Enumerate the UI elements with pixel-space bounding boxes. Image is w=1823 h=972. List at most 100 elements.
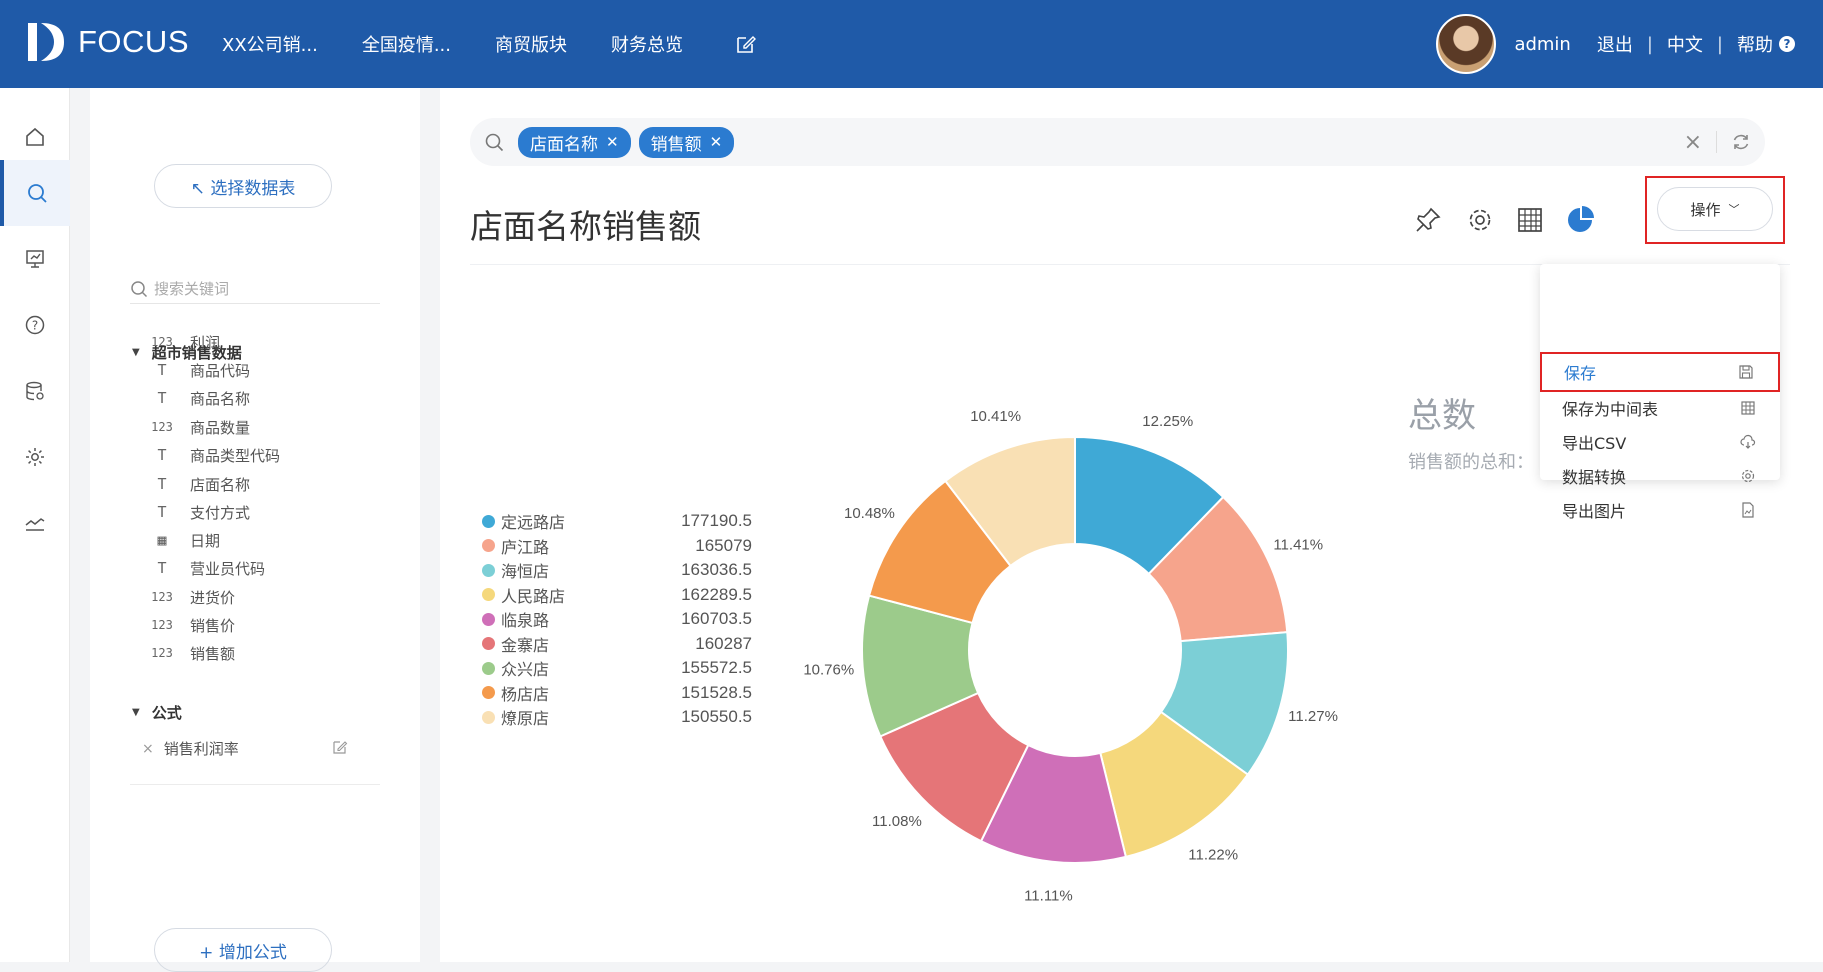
search-tag-store-name[interactable]: 店面名称 ✕ [518,126,631,158]
nav-item-trade[interactable]: 商贸版块 [495,31,567,57]
summary-subtitle: 销售额的总和： [1408,452,1534,473]
language-link[interactable]: 中文 [1667,31,1703,57]
legend-item[interactable]: 金寨店 160287 [482,632,752,656]
donut-chart: 12.25% 11.41% 11.27% 11.22% 11.11% 11.08% 10.7… [803,408,1338,904]
logout-link[interactable]: 退出 [1597,31,1633,57]
search-actions: × [1684,118,1751,166]
field-item[interactable]: T 商品代码 [150,359,250,381]
cloud-download-icon [1740,434,1756,449]
summary-title: 总数 [1408,396,1476,436]
slice-percent-label: 11.27% [1288,708,1338,725]
table-icon[interactable] [1512,200,1548,240]
edit-icon[interactable] [735,33,757,55]
field-item[interactable]: T 商品类型代码 [150,444,280,466]
number-type-icon: 123 [151,646,173,660]
refresh-icon[interactable] [1731,132,1751,152]
add-formula-button[interactable]: + 增加公式 [154,928,332,972]
separator: | [1716,33,1723,55]
username[interactable]: admin [1514,34,1570,55]
edit-icon[interactable] [332,739,348,759]
legend-label: 燎原店 [501,709,550,728]
top-bar: FOCUS XX公司销... 全国疫情... 商贸版块 财务总览 admin 退… [0,0,1823,88]
trend-icon[interactable] [0,490,70,556]
legend-swatch [482,514,495,528]
menu-item-label: 保存为中间表 [1562,400,1659,419]
field-item[interactable]: T 商品名称 [150,387,250,409]
slice-percent-label: 10.76% [803,662,854,679]
operations-label: 操作 [1690,200,1721,219]
legend-swatch [482,563,495,577]
left-icon-bar: ? [0,88,70,962]
dashboard-icon[interactable] [0,226,70,292]
legend-item[interactable]: 杨店店 151528.5 [482,681,752,705]
search-tag-sales[interactable]: 销售额 ✕ [638,126,735,158]
field-item[interactable]: 123 销售价 [150,614,235,636]
save-icon [1739,365,1753,379]
main-area: 店面名称 ✕ 销售额 ✕ × 店面名称销售额 操作 ﹀ 总数 销售额的总和： 保存 … [440,88,1823,962]
field-name: 商品类型代码 [190,446,281,465]
operations-button[interactable]: 操作 ﹀ [1657,187,1773,231]
help-link[interactable]: 帮助 [1737,31,1773,57]
svg-text:?: ? [32,319,38,333]
menu-item-export-image[interactable]: 导出图片 [1540,490,1780,530]
gear-icon[interactable] [1462,200,1498,240]
legend-swatch [482,686,495,699]
field-item[interactable]: T 营业员代码 [150,557,265,579]
question-icon[interactable]: ? [0,292,70,358]
close-icon[interactable]: ✕ [710,133,723,151]
formula-group-title[interactable]: ▼ 公式 [132,702,182,723]
field-item[interactable]: T 店面名称 [150,473,250,495]
legend-item[interactable]: 临泉路 160703.5 [482,607,752,631]
legend-label: 定远路店 [501,513,566,532]
select-table-button[interactable]: ↖ 选择数据表 [154,164,332,208]
nav-item-finance[interactable]: 财务总览 [611,31,683,57]
field-item[interactable]: 123 销售额 [150,642,235,664]
legend-label: 海恒店 [501,562,550,581]
menu-item-save[interactable]: 保存 [1540,352,1780,392]
legend-label: 庐江路 [501,537,550,557]
number-type-icon: 123 [151,335,173,349]
field-item[interactable]: 123 利润 [150,331,220,353]
legend-label: 人民路店 [501,586,566,606]
settings-icon[interactable] [0,424,70,490]
clear-icon[interactable]: × [1684,130,1702,155]
slice-percent-label: 12.25% [1142,413,1193,430]
text-type-icon: T [157,503,167,521]
legend-label: 金寨店 [501,635,550,655]
search-nav-icon[interactable] [0,160,70,226]
legend-label: 临泉路 [501,611,550,630]
avatar[interactable] [1436,14,1497,74]
number-type-icon: 123 [151,590,173,604]
database-icon[interactable] [0,358,70,424]
field-item[interactable]: 123 进货价 [150,586,235,608]
focus-logo[interactable]: FOCUS [26,20,189,64]
field-item[interactable]: T 支付方式 [150,501,250,523]
legend-item[interactable]: 燎原店 150550.5 [482,705,752,729]
pie-chart-icon[interactable] [1562,200,1598,240]
legend-swatch [482,637,495,650]
slice-percent-label: 11.08% [872,813,922,830]
formula-item[interactable]: × 销售利润率 [142,738,348,759]
close-icon[interactable]: ✕ [606,133,619,151]
gear-icon [1741,469,1755,483]
nav-item-company-sales[interactable]: XX公司销... [222,31,318,57]
field-item[interactable]: ▦ 日期 [150,529,220,551]
field-search-input[interactable]: 搜索关键词 [130,274,380,304]
legend-item[interactable]: 海恒店 163036.5 [482,558,752,582]
legend-item[interactable]: 庐江路 165079 [482,534,752,558]
pin-icon[interactable] [1410,200,1446,240]
operations-menu: 保存 保存为中间表 导出CSV 数据转换 导出图片 [1540,264,1780,521]
legend-label: 众兴店 [501,660,550,679]
field-name: 商品数量 [190,418,251,437]
help-icon[interactable]: ? [1779,36,1795,52]
legend-label: 杨店店 [501,684,550,704]
remove-icon[interactable]: × [142,741,154,757]
legend-item[interactable]: 人民路店 162289.5 [482,583,752,607]
legend-item[interactable]: 定远路店 177190.5 [482,509,752,533]
legend-item[interactable]: 众兴店 155572.5 [482,656,752,680]
formula-name: 销售利润率 [163,740,239,758]
menu-item-label: 导出CSV [1562,434,1627,453]
search-bar[interactable]: 店面名称 ✕ 销售额 ✕ × [470,118,1765,166]
field-item[interactable]: 123 商品数量 [150,416,250,438]
nav-item-epidemic[interactable]: 全国疫情... [362,31,451,57]
